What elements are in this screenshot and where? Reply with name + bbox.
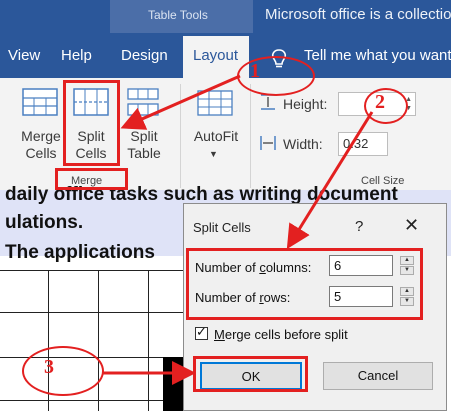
selected-cell-block (163, 357, 185, 411)
annotation-oval-2 (364, 88, 408, 124)
table-line (0, 312, 183, 313)
annotation-oval-3 (22, 346, 104, 396)
dialog-help-button[interactable]: ? (355, 218, 363, 235)
merge-before-split-checkbox[interactable]: ✓ (195, 324, 208, 340)
merge-before-split-label[interactable]: Merge cells before split (214, 327, 348, 342)
annotation-box-split-cells (63, 80, 120, 166)
tab-design[interactable]: Design (121, 47, 168, 64)
tab-view[interactable]: View (8, 47, 40, 64)
annotation-box-ok (193, 356, 308, 392)
table-line (0, 400, 183, 401)
word-window: Table Tools Microsoft office is a collec… (0, 0, 451, 411)
tab-layout[interactable]: Layout (193, 47, 238, 64)
annotation-box-merge-group (55, 168, 128, 190)
autofit-button[interactable]: AutoFit (186, 128, 246, 145)
checkmark-icon: ✓ (196, 324, 207, 339)
annotation-box-fields (186, 248, 423, 320)
merge-cells-icon[interactable] (22, 88, 58, 116)
table-line (148, 270, 149, 411)
annotation-number-2: 2 (375, 91, 385, 113)
annotation-number-3: 3 (44, 356, 54, 378)
dialog-title: Split Cells (193, 220, 251, 235)
tab-help[interactable]: Help (61, 47, 92, 64)
group-separator-2 (250, 84, 251, 188)
table-tools-label: Table Tools (148, 8, 208, 22)
merge-cells-button[interactable]: Merge Cells (12, 128, 70, 162)
column-width-icon (260, 136, 276, 150)
split-table-button[interactable]: Split Table (120, 128, 168, 162)
document-line-3: The applications (5, 242, 155, 263)
autofit-icon[interactable] (197, 90, 233, 116)
document-line-2: ulations. (5, 212, 84, 233)
group-separator (180, 84, 181, 188)
dialog-close-icon[interactable]: ✕ (404, 215, 419, 236)
annotation-number-1: 1 (250, 60, 260, 82)
width-label: Width: (283, 136, 323, 152)
table-line (98, 270, 99, 411)
autofit-dropdown-chevron-icon[interactable]: ▼ (209, 146, 218, 163)
annotation-oval-1 (237, 56, 315, 96)
cancel-button[interactable]: Cancel (323, 362, 433, 390)
split-table-icon[interactable] (127, 88, 159, 116)
width-input[interactable]: 0.32 (338, 132, 388, 156)
tell-me-search[interactable]: Tell me what you want (304, 47, 451, 64)
table-line (0, 270, 183, 271)
height-label: Height: (283, 96, 328, 112)
document-title: Microsoft office is a collectio (265, 6, 451, 23)
